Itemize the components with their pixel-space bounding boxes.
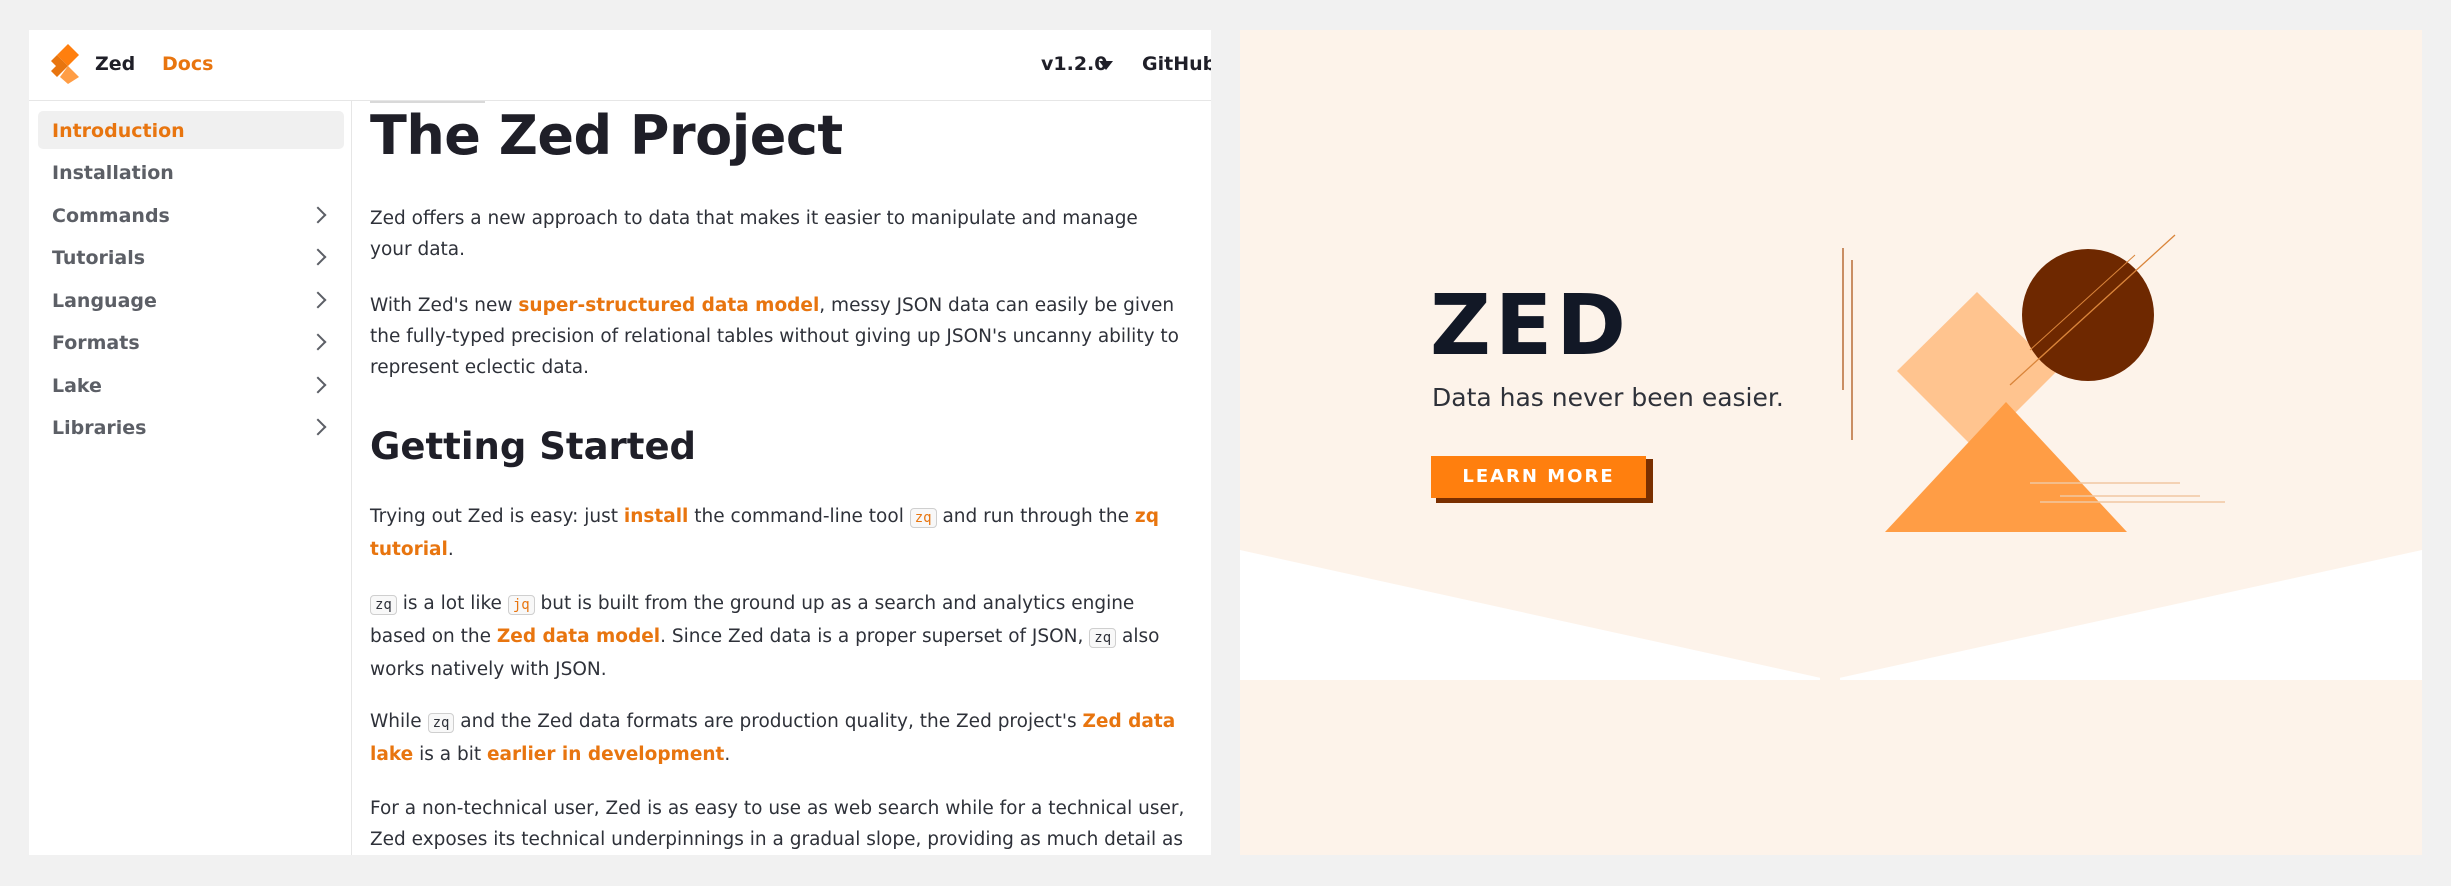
code-zq: zq bbox=[427, 713, 455, 733]
paragraph-zq-jq: zq is a lot like jq but is built from th… bbox=[370, 588, 1185, 685]
chevron-right-icon[interactable] bbox=[309, 376, 327, 394]
text: Trying out Zed is easy: just bbox=[370, 506, 624, 527]
code-jq: jq bbox=[507, 595, 535, 615]
page-title: The Zed Project bbox=[370, 104, 843, 167]
promo-subtitle: Data has never been easier. bbox=[1432, 383, 1784, 412]
docs-header: Zed Docs v1.2.0 GitHub bbox=[29, 30, 1211, 101]
sidebar-item-introduction[interactable]: Introduction bbox=[38, 111, 344, 149]
sidebar-item-label: Lake bbox=[52, 375, 102, 397]
text: With Zed's new bbox=[370, 295, 519, 316]
heading-getting-started: Getting Started bbox=[370, 425, 697, 468]
sidebar-item-label: Tutorials bbox=[52, 247, 146, 269]
brand-name[interactable]: Zed bbox=[95, 53, 135, 75]
circle-shape bbox=[2022, 249, 2154, 381]
text: the command-line tool bbox=[688, 506, 910, 527]
chevron-right-icon[interactable] bbox=[309, 206, 327, 224]
github-link[interactable]: GitHub bbox=[1142, 53, 1211, 75]
text: and the Zed data formats are production … bbox=[454, 711, 1083, 732]
sidebar-item-label: Formats bbox=[52, 332, 140, 354]
text: . bbox=[724, 744, 731, 765]
code-zq: zq bbox=[909, 508, 937, 528]
sidebar-item-libraries[interactable]: Libraries bbox=[38, 408, 344, 446]
code-zq: zq bbox=[1089, 628, 1117, 648]
version-selector[interactable]: v1.2.0 bbox=[1041, 53, 1107, 75]
text: . Since Zed data is a proper superset of… bbox=[660, 626, 1090, 647]
sidebar: Introduction Installation Commands Tutor… bbox=[29, 101, 352, 855]
link-zed-data-model[interactable]: Zed data model bbox=[497, 626, 660, 647]
sidebar-item-tutorials[interactable]: Tutorials bbox=[38, 238, 344, 276]
nav-docs-link[interactable]: Docs bbox=[162, 53, 213, 75]
sidebar-item-commands[interactable]: Commands bbox=[38, 196, 344, 234]
paragraph-data-model: With Zed's new super-structured data mod… bbox=[370, 290, 1185, 383]
text: While bbox=[370, 711, 428, 732]
sidebar-item-label: Libraries bbox=[52, 417, 147, 439]
sidebar-item-lake[interactable]: Lake bbox=[38, 366, 344, 404]
chevron-right-icon[interactable] bbox=[309, 291, 327, 309]
sidebar-item-formats[interactable]: Formats bbox=[38, 323, 344, 361]
paragraph-non-technical: For a non-technical user, Zed is as easy… bbox=[370, 798, 1185, 850]
text: and run through the bbox=[936, 506, 1135, 527]
intro-paragraph: Zed offers a new approach to data that m… bbox=[370, 208, 1138, 260]
sidebar-item-language[interactable]: Language bbox=[38, 281, 344, 319]
sidebar-item-label: Introduction bbox=[52, 120, 185, 142]
sidebar-item-label: Language bbox=[52, 290, 157, 312]
text: is a bit bbox=[413, 744, 487, 765]
code-zq: zq bbox=[370, 595, 397, 615]
chevron-right-icon[interactable] bbox=[309, 248, 327, 266]
promo-artwork bbox=[1240, 234, 2422, 682]
link-install[interactable]: install bbox=[624, 506, 689, 527]
band-notch bbox=[1820, 670, 1840, 682]
sidebar-item-label: Commands bbox=[52, 205, 170, 227]
text: . bbox=[447, 539, 454, 560]
sidebar-item-installation[interactable]: Installation bbox=[38, 153, 344, 191]
sidebar-item-label: Installation bbox=[52, 162, 174, 184]
docs-panel: Zed Docs v1.2.0 GitHub Introduction Inst… bbox=[29, 30, 1211, 855]
caret-down-icon[interactable] bbox=[1099, 61, 1113, 70]
link-earlier-in-development[interactable]: earlier in development bbox=[487, 744, 724, 765]
white-band-shape bbox=[1240, 550, 2422, 680]
promo-banner: ZED Data has never been easier. LEARN MO… bbox=[1240, 30, 2422, 855]
chevron-right-icon[interactable] bbox=[309, 418, 327, 436]
paragraph-getting-started: Trying out Zed is easy: just install the… bbox=[370, 501, 1185, 565]
paragraph-production-quality: While zq and the Zed data formats are pr… bbox=[370, 706, 1185, 770]
chevron-right-icon[interactable] bbox=[309, 333, 327, 351]
promo-title: ZED bbox=[1430, 276, 1631, 374]
learn-more-button[interactable]: LEARN MORE bbox=[1431, 456, 1646, 498]
link-super-structured-model[interactable]: super-structured data model bbox=[518, 295, 819, 316]
zed-logo-icon[interactable] bbox=[51, 44, 85, 84]
text: is a lot like bbox=[396, 593, 508, 614]
